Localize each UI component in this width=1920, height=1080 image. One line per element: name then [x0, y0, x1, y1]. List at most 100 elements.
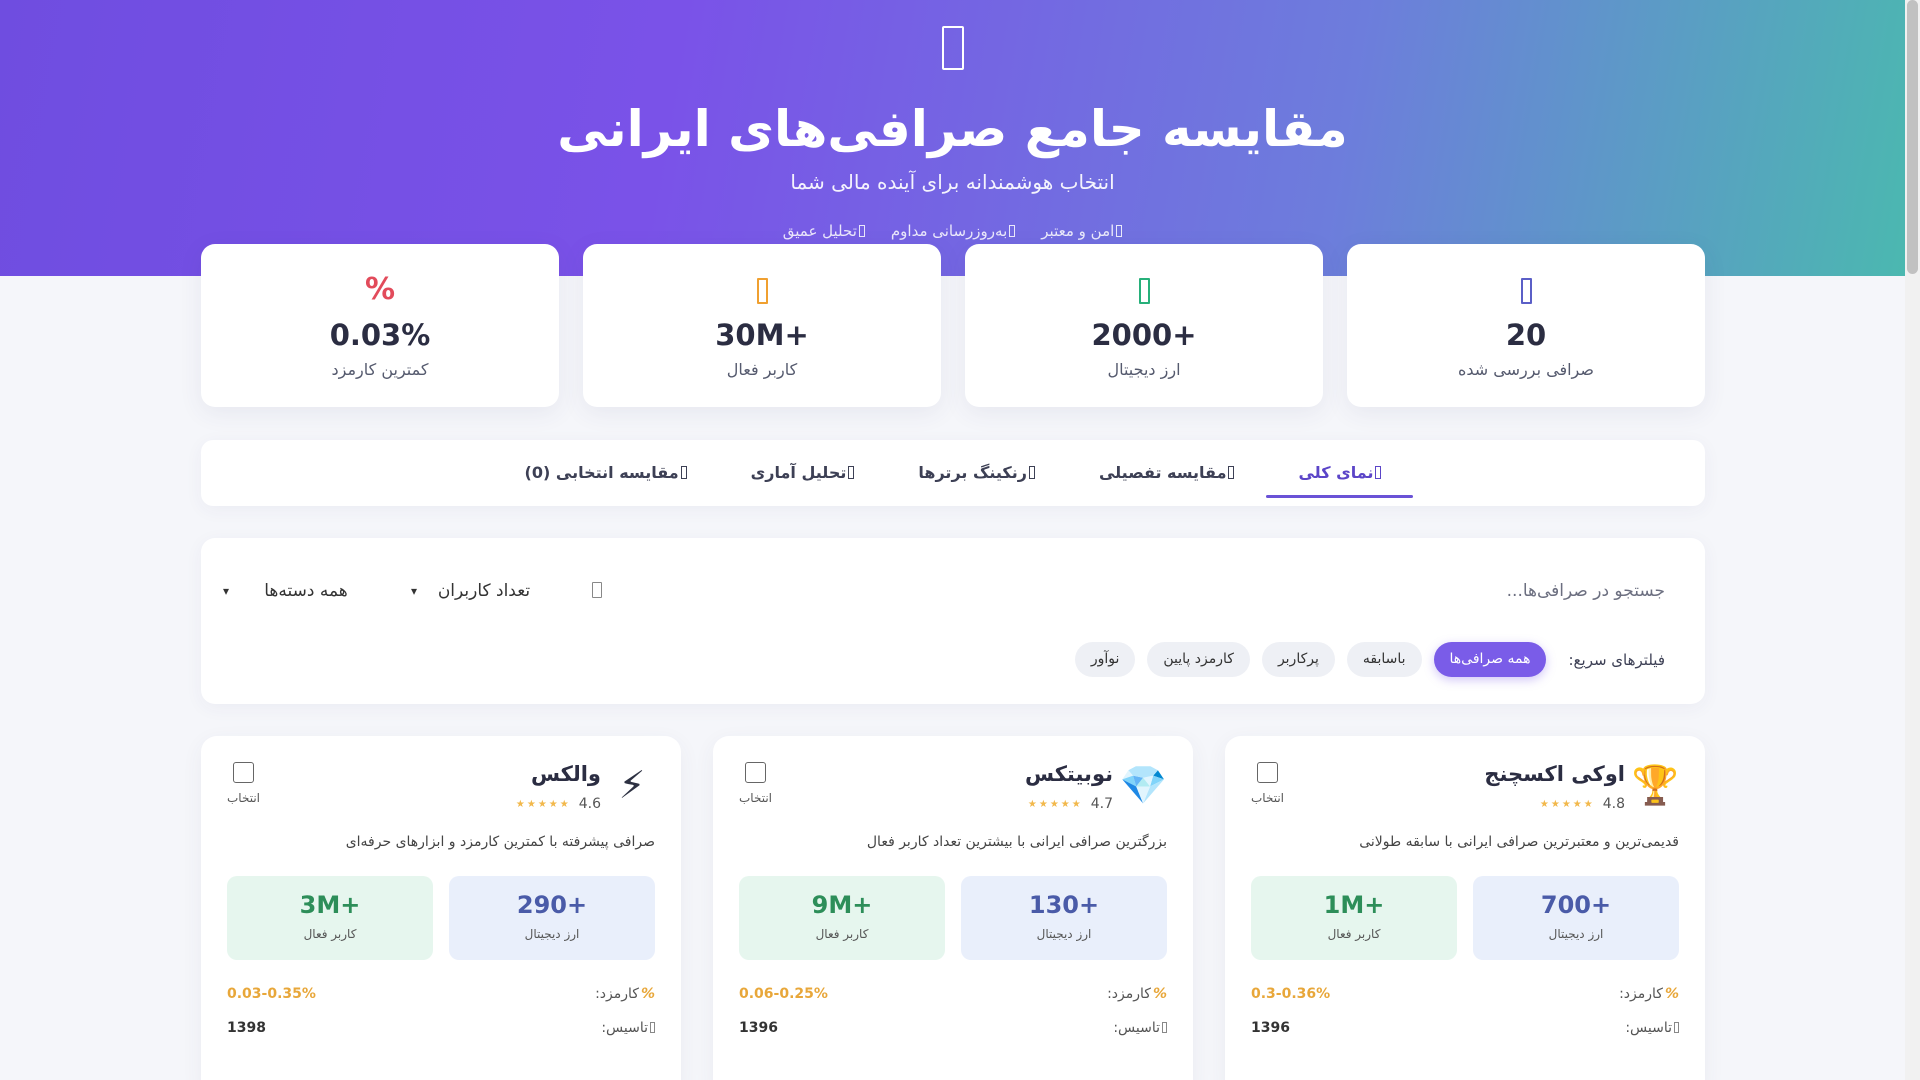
- metric-label: کاربر فعال: [1327, 927, 1381, 941]
- table-icon: [1228, 466, 1235, 479]
- select-toggle[interactable]: انتخاب: [1251, 762, 1284, 805]
- founded-value: 1398: [227, 1020, 266, 1036]
- percent-icon: %: [1152, 986, 1167, 1002]
- tab-overview[interactable]: نمای کلی: [1266, 440, 1414, 506]
- exchange-card: ⚡ والکس 4.6 ★★★★★ انتخاب صرافی پیشرفته با…: [201, 736, 681, 1080]
- metric-users: 9M+ کاربر فعال: [739, 876, 945, 960]
- category-select[interactable]: همه دسته‌ها: [223, 568, 381, 614]
- page-scrollbar[interactable]: [1905, 0, 1920, 1080]
- founded-value: 1396: [739, 1020, 778, 1036]
- grid-icon: [1375, 466, 1382, 479]
- founded-label: تاسیس:: [1625, 1020, 1672, 1036]
- scrollbar-thumb[interactable]: [1907, 0, 1918, 274]
- select-toggle[interactable]: انتخاب: [739, 762, 772, 805]
- main-tabs: نمای کلی مقایسه تفصیلی رنکینگ برترها تحل…: [201, 440, 1705, 506]
- chip-low-fee[interactable]: کارمزد پایین: [1147, 642, 1250, 677]
- chip-innovative[interactable]: نوآور: [1074, 642, 1136, 677]
- tab-detailed-compare[interactable]: مقایسه تفصیلی: [1067, 440, 1267, 506]
- select-checkbox[interactable]: [745, 762, 766, 783]
- stat-card-exchanges: 20 صرافی بررسی شده: [1347, 244, 1705, 407]
- founded-label: تاسیس:: [1113, 1020, 1160, 1036]
- stars-icon: ★★★★★: [515, 798, 571, 810]
- stat-value: 20: [1505, 318, 1547, 352]
- percent-icon: %: [364, 272, 396, 307]
- fee-label: کارمزد:: [1619, 986, 1663, 1002]
- exchange-description: قدیمی‌ترین و معتبرترین صرافی ایرانی با س…: [1359, 834, 1679, 850]
- quick-filters-label: فیلترهای سریع:: [1568, 650, 1665, 669]
- exchange-name: اوکی اکسچنج: [1484, 762, 1625, 786]
- stat-label: کمترین کارمزد: [331, 360, 429, 379]
- stars-icon: ★★★★★: [1539, 798, 1595, 810]
- select-checkbox[interactable]: [1257, 762, 1278, 783]
- tab-ranking[interactable]: رنکینگ برترها: [886, 440, 1067, 506]
- coin-icon: [965, 270, 1323, 310]
- metric-value: 1M+: [1323, 891, 1385, 919]
- founded-row: تاسیس: 1396: [1251, 1020, 1679, 1036]
- page-title: مقایسه جامع صرافی‌های ایرانی: [557, 100, 1348, 158]
- stat-value: 30M+: [715, 318, 809, 352]
- percent-icon: %: [640, 986, 655, 1002]
- metric-value: 290+: [516, 891, 588, 919]
- rating-value: 4.6: [578, 796, 601, 812]
- stat-value: 2000+: [1091, 318, 1197, 352]
- trophy-icon: 🏆: [1631, 763, 1679, 807]
- exchange-card: 🏆 اوکی اکسچنج 4.8 ★★★★★ انتخاب قدیمی‌ترین…: [1225, 736, 1705, 1080]
- exchange-icon: [1347, 270, 1705, 310]
- exchange-card: 💎 نوبیتکس 4.7 ★★★★★ انتخاب بزرگترین صرافی…: [713, 736, 1193, 1080]
- search-input[interactable]: [1097, 568, 1665, 614]
- metric-value: 9M+: [811, 891, 873, 919]
- founded-row: تاسیس: 1396: [739, 1020, 1167, 1036]
- tab-statistics[interactable]: تحلیل آماری: [719, 440, 887, 506]
- founded-label: تاسیس:: [601, 1020, 648, 1036]
- stat-label: ارز دیجیتال: [1107, 360, 1181, 379]
- sort-select[interactable]: تعداد کاربران: [411, 568, 549, 614]
- hero-badges: امن و معتبر به‌روزرسانی مداوم تحلیل عمیق: [0, 222, 1905, 240]
- fee-value: 0.3-0.36%: [1251, 986, 1331, 1002]
- metric-users: 1M+ کاربر فعال: [1251, 876, 1457, 960]
- exchange-name: والکس: [530, 762, 601, 786]
- rating-value: 4.8: [1602, 796, 1625, 812]
- stats-row: 20 صرافی بررسی شده 2000+ ارز دیجیتال 30M…: [201, 244, 1705, 407]
- tab-selected-compare[interactable]: مقایسه انتخابی (0): [493, 440, 719, 506]
- badge-secure: امن و معتبر: [1041, 222, 1123, 240]
- lightning-icon: ⚡: [618, 763, 646, 807]
- metric-value: 700+: [1540, 891, 1612, 919]
- quick-filters: فیلترهای سریع: همه صرافی‌ها باسابقه پرکا…: [1074, 642, 1665, 677]
- hero-banner: مقایسه جامع صرافی‌های ایرانی انتخاب هوشم…: [0, 0, 1905, 276]
- exchange-description: بزرگترین صرافی ایرانی با بیشترین تعداد ک…: [866, 834, 1167, 850]
- metric-value: 130+: [1028, 891, 1100, 919]
- fee-row: %کارمزد: 0.3-0.36%: [1251, 986, 1679, 1002]
- exchange-cards: 🏆 اوکی اکسچنج 4.8 ★★★★★ انتخاب قدیمی‌ترین…: [201, 736, 1705, 1080]
- fee-value: 0.06-0.25%: [739, 986, 828, 1002]
- percent-icon: %: [1664, 986, 1679, 1002]
- compare-icon: [680, 466, 687, 479]
- select-checkbox[interactable]: [233, 762, 254, 783]
- fee-row: %کارمزد: 0.03-0.35%: [227, 986, 655, 1002]
- metric-label: کاربر فعال: [303, 927, 357, 941]
- stat-card-currencies: 2000+ ارز دیجیتال: [965, 244, 1323, 407]
- filter-panel: تعداد کاربران همه دسته‌ها فیلترهای سریع:…: [201, 538, 1705, 704]
- chart-icon: [941, 26, 964, 70]
- shield-icon: [1116, 225, 1123, 237]
- metric-label: کاربر فعال: [815, 927, 869, 941]
- stat-card-users: 30M+ کاربر فعال: [583, 244, 941, 407]
- stat-label: کاربر فعال: [726, 360, 798, 379]
- fee-value: 0.03-0.35%: [227, 986, 316, 1002]
- search-icon: [592, 582, 602, 598]
- select-toggle[interactable]: انتخاب: [227, 762, 260, 805]
- diamond-icon: 💎: [1119, 763, 1167, 807]
- select-label: انتخاب: [227, 791, 260, 805]
- rating-value: 4.7: [1090, 796, 1113, 812]
- users-icon: [583, 270, 941, 310]
- metric-label: ارز دیجیتال: [524, 927, 580, 941]
- metric-currencies: 130+ ارز دیجیتال: [961, 876, 1167, 960]
- chip-all[interactable]: همه صرافی‌ها: [1433, 642, 1547, 677]
- fee-row: %کارمزد: 0.06-0.25%: [739, 986, 1167, 1002]
- analysis-icon: [858, 225, 865, 237]
- page-subtitle: انتخاب هوشمندانه برای آینده مالی شما: [790, 170, 1115, 194]
- exchange-description: صرافی پیشرفته با کمترین کارمزد و ابزارها…: [345, 834, 655, 850]
- chip-experienced[interactable]: باسابقه: [1346, 642, 1422, 677]
- metric-currencies: 290+ ارز دیجیتال: [449, 876, 655, 960]
- chip-popular[interactable]: پرکاربر: [1261, 642, 1335, 677]
- stat-card-fee: % 0.03% کمترین کارمزد: [201, 244, 559, 407]
